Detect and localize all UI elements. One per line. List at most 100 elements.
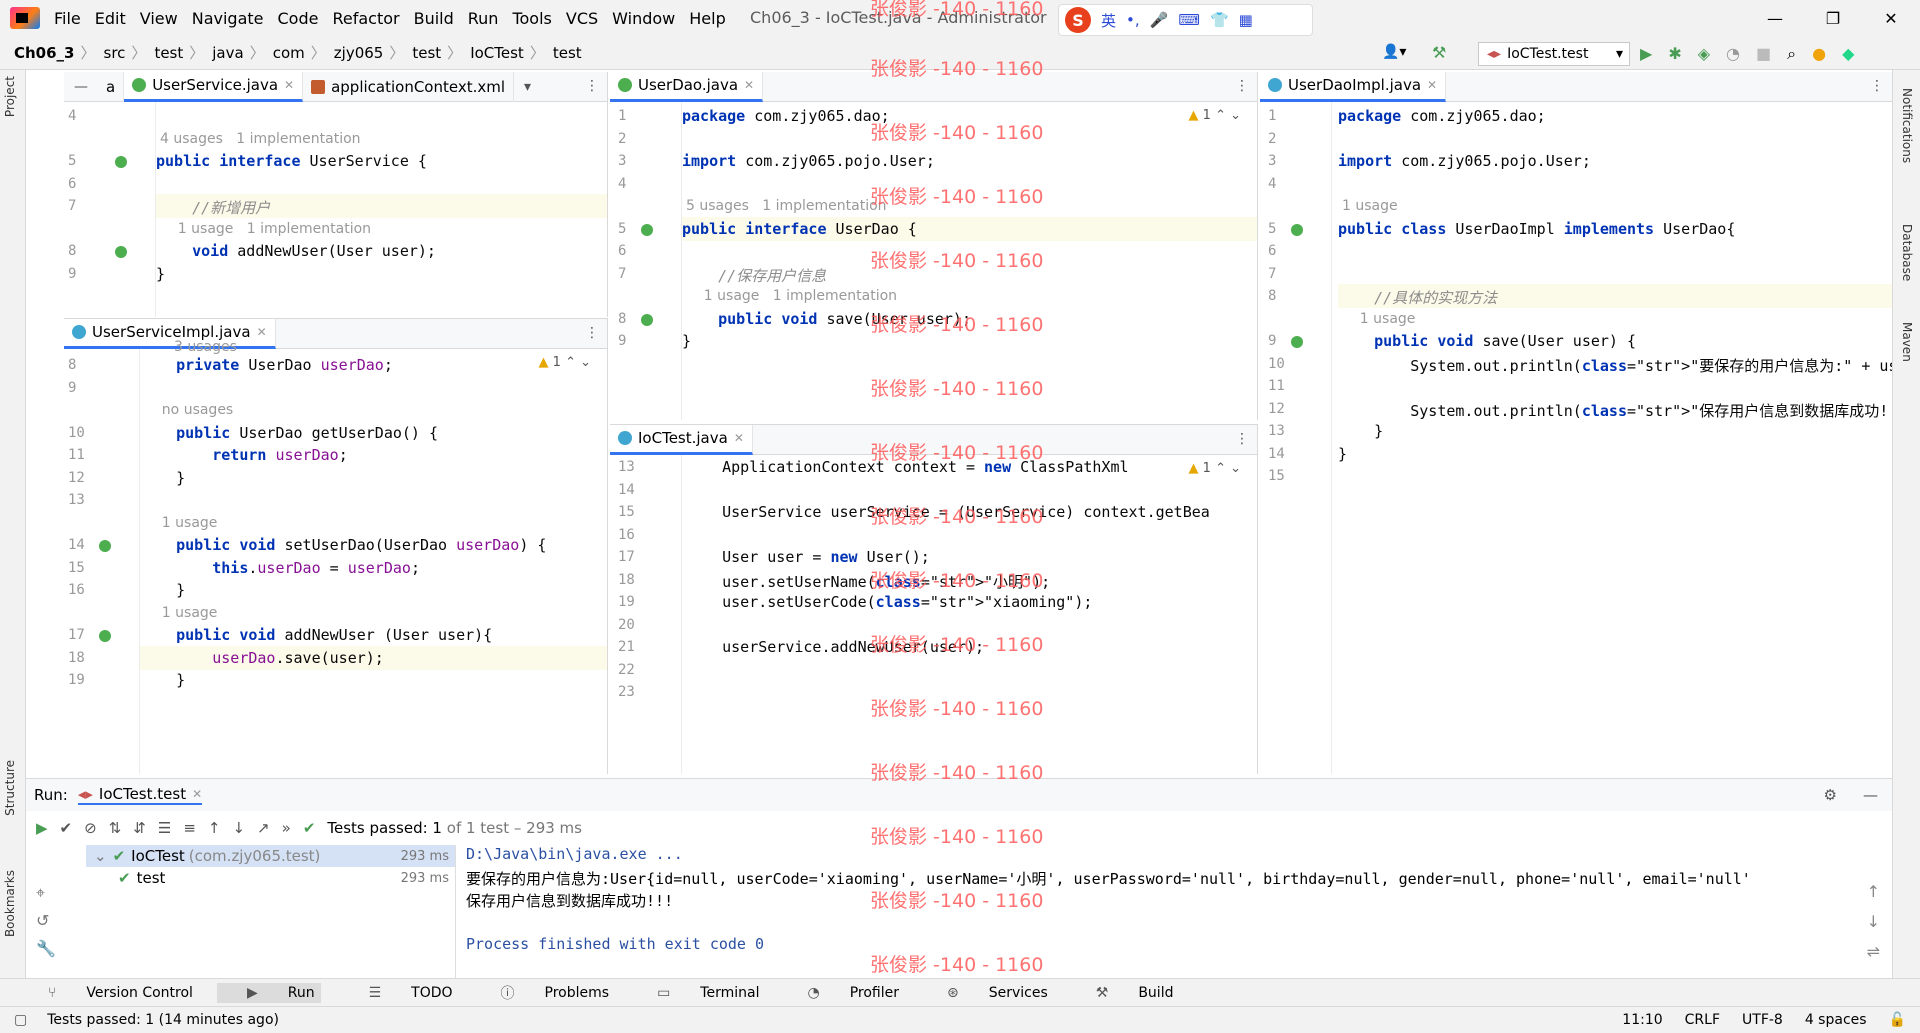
- code-area[interactable]: private UserDao userDao; no usages publi…: [140, 339, 607, 774]
- code-line[interactable]: private UserDao userDao;: [140, 356, 393, 374]
- bottom-tab-todo[interactable]: ☰ TODO: [345, 985, 453, 1001]
- console-line[interactable]: Process finished with exit code 0: [466, 935, 1866, 958]
- status-message[interactable]: Tests passed: 1 (14 minutes ago): [47, 1012, 279, 1028]
- skin-icon[interactable]: 👕: [1210, 11, 1229, 29]
- close-tab-icon[interactable]: ✕: [734, 431, 744, 445]
- soft-wrap-icon[interactable]: ⇌: [1867, 937, 1880, 967]
- breadcrumb-item[interactable]: zjy065: [334, 44, 384, 62]
- implementation-gutter-icon[interactable]: [641, 223, 653, 236]
- collapse-icon[interactable]: —: [64, 79, 98, 95]
- apps-icon[interactable]: ▦: [1239, 11, 1253, 29]
- scroll-down-icon[interactable]: ↓: [1867, 907, 1880, 937]
- restore-icon[interactable]: ↺: [36, 907, 56, 935]
- tab-userservice[interactable]: UserService.java ✕: [124, 72, 304, 102]
- menu-help[interactable]: Help: [689, 9, 725, 28]
- maximize-icon[interactable]: ❐: [1804, 0, 1862, 36]
- inlay-usage-hint[interactable]: 5 usages 1 implementation: [686, 198, 887, 214]
- code-line[interactable]: ApplicationContext context = new ClassPa…: [686, 458, 1128, 476]
- console-line[interactable]: 要保存的用户信息为:User{id=null, userCode='xiaomi…: [466, 868, 1866, 891]
- run-icon[interactable]: ▶: [1640, 44, 1652, 64]
- tab-truncated[interactable]: a: [98, 72, 125, 102]
- breadcrumb-item[interactable]: src: [104, 44, 126, 62]
- inspection-warning-indicator[interactable]: ▲ 1 ⌃ ⌄: [1189, 461, 1241, 476]
- close-icon[interactable]: ✕: [1862, 0, 1920, 36]
- tab-userdaoimpl[interactable]: UserDaoImpl.java ✕: [1260, 72, 1447, 102]
- console-line[interactable]: 保存用户信息到数据库成功!!!: [466, 890, 1866, 913]
- keyboard-icon[interactable]: ⌨: [1178, 11, 1200, 29]
- code-line[interactable]: public interface UserService {: [156, 152, 427, 170]
- inlay-usage-hint[interactable]: 1 usage: [144, 515, 218, 531]
- implementation-gutter-icon[interactable]: [99, 540, 111, 552]
- menu-file[interactable]: File: [54, 9, 81, 28]
- collapse-all-icon[interactable]: ≡: [183, 819, 196, 837]
- close-tab-icon[interactable]: ✕: [257, 325, 267, 339]
- code-line[interactable]: System.out.println(class="str">"保存用户信息到数…: [1338, 400, 1892, 421]
- microphone-icon[interactable]: 🎤: [1150, 11, 1169, 29]
- tool-tab-bookmarks[interactable]: Bookmarks: [3, 870, 17, 937]
- next-failed-icon[interactable]: ↓: [232, 819, 245, 837]
- menu-navigate[interactable]: Navigate: [192, 9, 264, 28]
- code-area[interactable]: 4 usages 1 implementation public interfac…: [156, 102, 607, 317]
- export-icon[interactable]: ↗: [257, 819, 270, 837]
- jetbrains-icon[interactable]: ◆: [1842, 44, 1854, 64]
- code-line[interactable]: userService.addNewUser(user);: [686, 638, 984, 656]
- menu-window[interactable]: Window: [612, 9, 675, 28]
- stop-icon[interactable]: ■: [1756, 44, 1771, 64]
- breadcrumb-item[interactable]: java: [212, 44, 243, 62]
- code-line[interactable]: user.setUserCode(class="str">"xiaoming")…: [686, 593, 1092, 611]
- tool-tab-notifications[interactable]: Notifications: [1900, 88, 1914, 163]
- test-tree-row[interactable]: ⌄ ✔ IoCTest (com.zjy065.test) 293 ms: [86, 845, 455, 867]
- code-line[interactable]: import com.zjy065.pojo.User;: [1338, 152, 1591, 170]
- search-icon[interactable]: ⌕: [1787, 44, 1796, 64]
- console-line[interactable]: D:\Java\bin\java.exe ...: [466, 845, 1866, 868]
- bottom-tab-run[interactable]: ▶ Run: [216, 982, 321, 1003]
- tool-tab-maven[interactable]: Maven: [1900, 322, 1914, 362]
- profile-icon[interactable]: ◔: [1726, 44, 1740, 64]
- bottom-tab-terminal[interactable]: ▭ Terminal: [633, 985, 759, 1001]
- inlay-usage-hint[interactable]: 1 usage: [144, 605, 218, 621]
- close-tab-icon[interactable]: ✕: [192, 787, 202, 801]
- breadcrumb-item[interactable]: com: [273, 44, 305, 62]
- coverage-icon[interactable]: ◈: [1698, 44, 1710, 64]
- update-icon[interactable]: ●: [1812, 44, 1826, 64]
- code-line[interactable]: }: [1338, 422, 1383, 440]
- bottom-tab-version-control[interactable]: ⑂ Version Control: [24, 985, 193, 1001]
- code-line[interactable]: import com.zjy065.pojo.User;: [682, 152, 935, 170]
- menu-view[interactable]: View: [140, 9, 178, 28]
- console-output[interactable]: D:\Java\bin\java.exe ... 要保存的用户信息为:User{i…: [466, 845, 1866, 979]
- punctuation-icon[interactable]: •,: [1126, 11, 1140, 29]
- code-line[interactable]: public void save(User user);: [682, 310, 971, 328]
- code-line[interactable]: System.out.println(class="str">"要保存的用户信息…: [1338, 355, 1892, 376]
- more-icon[interactable]: ⋮: [1235, 431, 1249, 447]
- scroll-up-icon[interactable]: ↑: [1867, 877, 1880, 907]
- more-chevron-icon[interactable]: »: [282, 819, 291, 837]
- inlay-usage-hint[interactable]: no usages: [144, 402, 233, 418]
- sort-duration-icon[interactable]: ⇵: [133, 819, 146, 837]
- tool-tab-structure[interactable]: Structure: [3, 760, 17, 816]
- code-line[interactable]: public interface UserDao {: [682, 220, 917, 238]
- caret-position[interactable]: 11:10: [1622, 1012, 1662, 1028]
- code-line[interactable]: package com.zjy065.dao;: [1338, 107, 1546, 125]
- bottom-tab-services[interactable]: ⊛ Services: [923, 985, 1048, 1001]
- run-config-select[interactable]: ◂▸ IoCTest.test ▾: [1478, 42, 1630, 66]
- code-line[interactable]: user.setUserName(class="str">"小明");: [686, 571, 1050, 592]
- settings-wrench-icon[interactable]: 🔧: [36, 935, 56, 963]
- bottom-tab-problems[interactable]: ⓘ Problems: [477, 983, 610, 1003]
- file-encoding[interactable]: UTF-8: [1742, 1012, 1783, 1028]
- breadcrumb-item[interactable]: test: [553, 44, 582, 62]
- breadcrumb-item[interactable]: Ch06_3: [14, 44, 75, 62]
- menu-code[interactable]: Code: [278, 9, 319, 28]
- debug-icon[interactable]: ✱: [1668, 44, 1681, 64]
- menu-build[interactable]: Build: [414, 9, 454, 28]
- menu-vcs[interactable]: VCS: [566, 9, 598, 28]
- code-line[interactable]: public void addNewUser (User user){: [140, 626, 492, 644]
- sogou-icon[interactable]: S: [1065, 7, 1091, 33]
- implementation-gutter-icon[interactable]: [641, 313, 653, 326]
- layout-icon[interactable]: ▢: [14, 1012, 27, 1028]
- hide-icon[interactable]: —: [1863, 786, 1878, 804]
- prev-failed-icon[interactable]: ↑: [208, 819, 221, 837]
- rerun-icon[interactable]: ▶: [36, 819, 48, 837]
- chevron-down-icon[interactable]: ⌄: [94, 847, 107, 865]
- tab-userserviceimpl[interactable]: UserServiceImpl.java ✕: [64, 319, 276, 349]
- build-hammer-icon[interactable]: ⚒: [1432, 43, 1446, 62]
